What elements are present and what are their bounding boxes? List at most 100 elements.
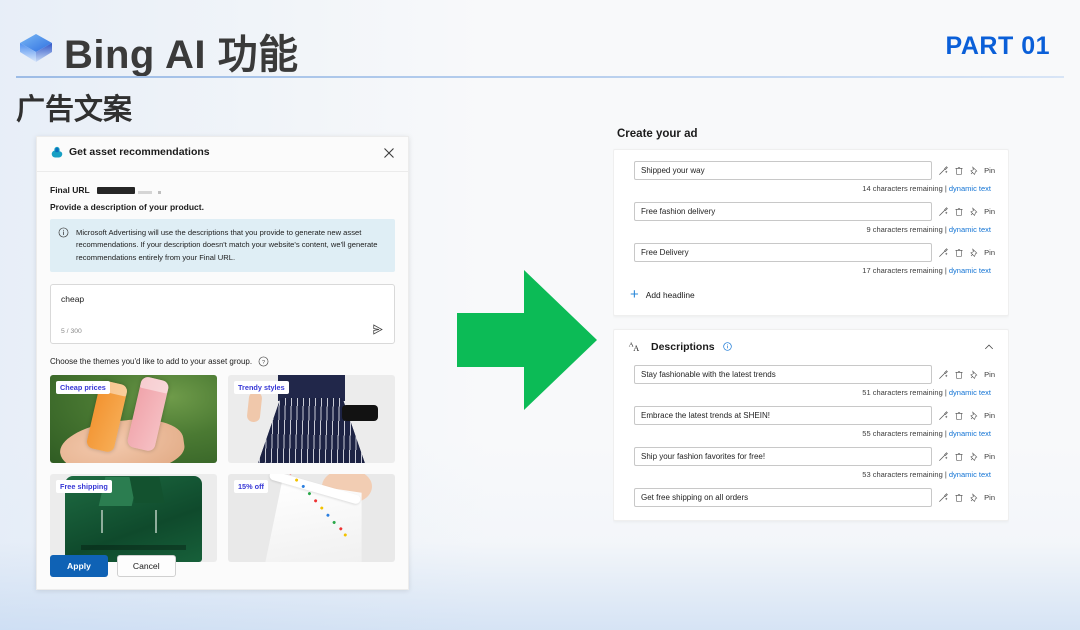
theme-thumbnail-grid: Cheap prices Trendy styles Free shipping	[50, 374, 395, 562]
add-headline-button[interactable]: + Add headline	[630, 287, 995, 302]
magic-wand-icon[interactable]	[938, 206, 949, 217]
row-actions: Pin	[938, 165, 995, 176]
pin-icon[interactable]	[969, 206, 979, 217]
asset-recommendations-dialog: Get asset recommendations Final URL Prov…	[36, 136, 409, 590]
row-actions: Pin	[938, 451, 995, 462]
meta-separator: |	[944, 470, 947, 479]
dialog-header: Get asset recommendations	[37, 137, 408, 172]
final-url-redacted-value	[96, 181, 161, 199]
info-circle-icon	[58, 227, 69, 238]
characters-remaining: 14 characters remaining	[862, 184, 943, 193]
page-title: Bing AI 功能	[64, 33, 299, 77]
dynamic-text-link[interactable]: dynamic text	[949, 266, 991, 275]
dynamic-text-link[interactable]: dynamic text	[949, 470, 991, 479]
headline-meta: 14 characters remaining | dynamic text	[634, 184, 995, 193]
magic-wand-icon[interactable]	[938, 451, 949, 462]
pin-icon[interactable]	[969, 369, 979, 380]
arm-shape	[246, 391, 263, 424]
theme-thumbnail[interactable]: Cheap prices	[50, 374, 217, 463]
theme-badge: Trendy styles	[234, 380, 289, 394]
pin-icon[interactable]	[969, 492, 979, 503]
pin-icon[interactable]	[969, 247, 979, 258]
slide-header: Bing AI 功能 PART 01 广告文案	[0, 0, 1080, 126]
dialog-title: Get asset recommendations	[69, 146, 210, 158]
dynamic-text-link[interactable]: dynamic text	[949, 184, 991, 193]
apply-button[interactable]: Apply	[50, 555, 108, 577]
info-circle-icon[interactable]	[722, 342, 732, 351]
provide-description-label: Provide a description of your product.	[50, 202, 204, 212]
magic-wand-icon[interactable]	[938, 247, 949, 258]
character-counter: 5 / 300	[61, 327, 82, 335]
headline-row: Free fashion delivery Pin 9 characters r…	[634, 202, 995, 234]
close-icon[interactable]	[380, 144, 398, 162]
magic-wand-icon[interactable]	[938, 410, 949, 421]
pin-label[interactable]: Pin	[984, 248, 995, 257]
theme-thumbnail[interactable]: Free shipping	[50, 473, 217, 562]
dynamic-text-link[interactable]: dynamic text	[949, 225, 991, 234]
dynamic-text-link[interactable]: dynamic text	[949, 388, 991, 397]
headline-input[interactable]: Shipped your way	[634, 161, 933, 180]
headline-row: Free Delivery Pin 17 characters remainin…	[634, 243, 995, 275]
send-icon[interactable]	[370, 322, 385, 337]
characters-remaining: 53 characters remaining	[862, 470, 943, 479]
headline-input[interactable]: Free Delivery	[634, 243, 933, 262]
headline-meta: 17 characters remaining | dynamic text	[634, 266, 995, 275]
meta-separator: |	[944, 429, 947, 438]
description-meta: 51 characters remaining | dynamic text	[634, 388, 995, 397]
text-style-aa-icon: A A	[629, 342, 640, 354]
magic-wand-icon[interactable]	[938, 369, 949, 380]
row-actions: Pin	[938, 369, 995, 380]
page-subtitle: 广告文案	[16, 94, 133, 126]
trash-icon[interactable]	[954, 247, 964, 258]
pin-label[interactable]: Pin	[984, 370, 995, 379]
trash-icon[interactable]	[954, 165, 964, 176]
cancel-button[interactable]: Cancel	[116, 555, 176, 577]
row-actions: Pin	[938, 492, 995, 503]
headline-input[interactable]: Free fashion delivery	[634, 202, 933, 221]
description-input[interactable]: Get free shipping on all orders	[634, 488, 933, 507]
part-label: PART 01	[945, 32, 1050, 60]
product-description-input[interactable]: cheap 5 / 300	[50, 283, 395, 344]
trash-icon[interactable]	[954, 369, 964, 380]
cube-logo-icon	[20, 34, 52, 62]
pin-label[interactable]: Pin	[984, 452, 995, 461]
pin-label[interactable]: Pin	[984, 207, 995, 216]
pin-icon[interactable]	[969, 451, 979, 462]
magic-wand-icon[interactable]	[938, 492, 949, 503]
pin-label[interactable]: Pin	[984, 493, 995, 502]
description-input[interactable]: Ship your fashion favorites for free!	[634, 447, 933, 466]
trash-icon[interactable]	[954, 451, 964, 462]
description-row: Stay fashionable with the latest trends	[634, 365, 995, 397]
magic-wand-icon[interactable]	[938, 165, 949, 176]
meta-separator: |	[944, 225, 947, 234]
description-input[interactable]: Embrace the latest trends at SHEIN!	[634, 406, 933, 425]
description-meta: 53 characters remaining | dynamic text	[634, 470, 995, 479]
characters-remaining: 17 characters remaining	[862, 266, 943, 275]
descriptions-title: Descriptions	[651, 340, 715, 353]
descriptions-header: A A Descriptions	[628, 339, 995, 354]
header-divider	[16, 76, 1064, 78]
pin-icon[interactable]	[969, 410, 979, 421]
headline-meta: 9 characters remaining | dynamic text	[634, 225, 995, 234]
description-row: Ship your fashion favorites for free! Pi…	[634, 447, 995, 479]
description-input[interactable]: Stay fashionable with the latest trends	[634, 365, 933, 384]
trash-icon[interactable]	[954, 492, 964, 503]
dynamic-text-link[interactable]: dynamic text	[949, 429, 991, 438]
question-circle-icon[interactable]: ?	[258, 356, 269, 367]
theme-thumbnail[interactable]: Trendy styles	[228, 374, 395, 463]
trash-icon[interactable]	[954, 410, 964, 421]
row-actions: Pin	[938, 410, 995, 421]
create-ad-title: Create your ad	[617, 128, 698, 140]
pin-label[interactable]: Pin	[984, 411, 995, 420]
theme-thumbnail[interactable]: 15% off	[228, 473, 395, 562]
final-url-label: Final URL	[50, 185, 90, 195]
pin-label[interactable]: Pin	[984, 166, 995, 175]
trash-icon[interactable]	[954, 206, 964, 217]
info-message-box: Microsoft Advertising will use the descr…	[50, 219, 395, 272]
pin-icon[interactable]	[969, 165, 979, 176]
slide: Bing AI 功能 PART 01 广告文案 Get asset recomm…	[0, 0, 1080, 630]
final-url-row: Final URL	[50, 181, 395, 199]
row-actions: Pin	[938, 206, 995, 217]
chevron-up-icon[interactable]	[983, 341, 995, 353]
themes-prompt-label: Choose the themes you'd like to add to y…	[50, 356, 253, 366]
